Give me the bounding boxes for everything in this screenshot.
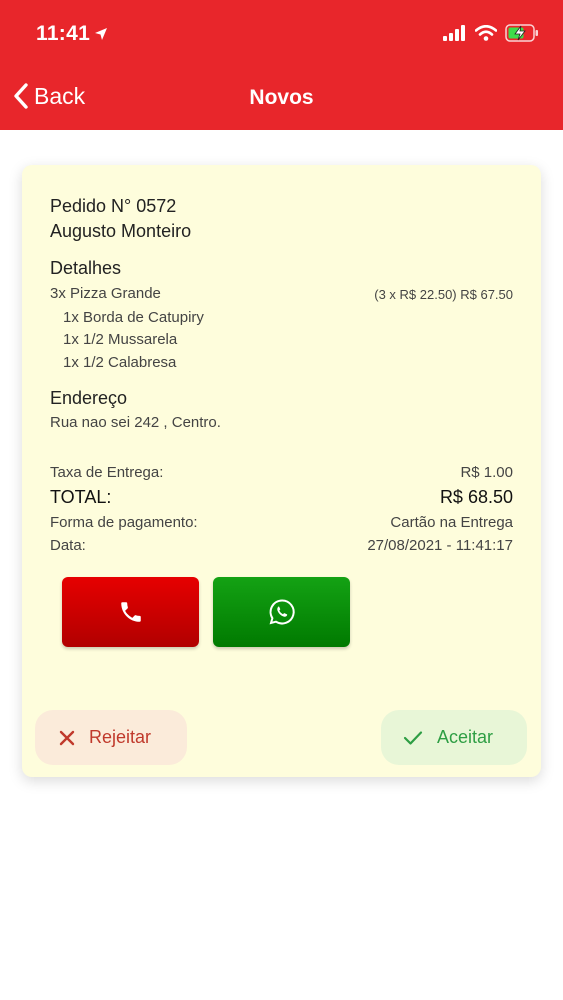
whatsapp-icon <box>269 599 295 625</box>
date-value: 27/08/2021 - 11:41:17 <box>367 537 513 554</box>
status-icons <box>443 24 539 42</box>
payment-value: Cartão na Entrega <box>390 514 513 531</box>
close-icon <box>59 730 75 745</box>
payment-label: Forma de pagamento: <box>50 514 198 531</box>
delivery-fee-value: R$ 1.00 <box>460 464 513 481</box>
main-item-price: (3 x R$ 22.50) R$ 67.50 <box>374 287 513 302</box>
battery-charging-icon <box>505 24 538 42</box>
delivery-fee-label: Taxa de Entrega: <box>50 464 164 481</box>
address-title: Endereço <box>50 388 128 408</box>
date-label: Data: <box>50 537 86 554</box>
order-card: Pedido N° 0572 Augusto Monteiro Detalhes… <box>22 165 541 777</box>
nav-header: 11:41 Back Novos <box>0 0 563 130</box>
main-item: 3x Pizza Grande <box>50 285 161 302</box>
whatsapp-button[interactable] <box>213 577 350 647</box>
phone-icon <box>120 602 141 622</box>
reject-button[interactable]: Rejeitar <box>35 710 187 765</box>
page-title: Novos <box>249 86 314 109</box>
sub-item: 1x 1/2 Calabresa <box>63 354 177 371</box>
check-icon <box>403 730 423 745</box>
customer-name: Augusto Monteiro <box>50 221 192 241</box>
total-label: TOTAL: <box>50 487 112 507</box>
details-title: Detalhes <box>50 258 122 278</box>
accept-button[interactable]: Aceitar <box>381 710 527 765</box>
wifi-icon <box>475 25 497 41</box>
location-arrow-icon <box>95 28 108 40</box>
phone-call-button[interactable] <box>62 577 199 647</box>
signal-icon <box>443 25 465 41</box>
accept-label: Aceitar <box>437 727 494 747</box>
order-number: Pedido N° 0572 <box>50 196 177 216</box>
total-value: R$ 68.50 <box>439 487 513 507</box>
sub-item: 1x 1/2 Mussarela <box>63 331 178 348</box>
status-time: 11:41 <box>36 22 108 46</box>
status-time-text: 11:41 <box>36 22 91 45</box>
sub-item: 1x Borda de Catupiry <box>63 309 204 326</box>
reject-label: Rejeitar <box>89 727 152 747</box>
address-text: Rua nao sei 242 , Centro. <box>50 414 221 431</box>
